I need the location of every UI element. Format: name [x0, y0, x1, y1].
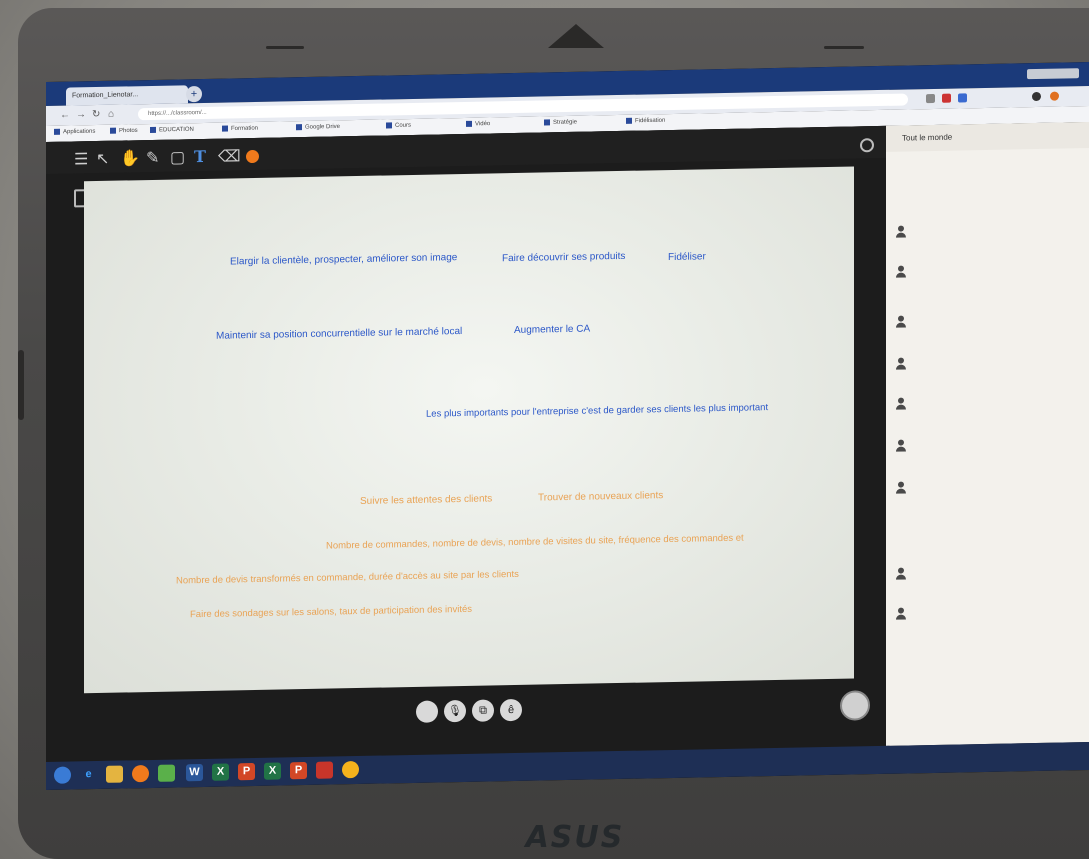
pointer-icon[interactable]: ↖ [96, 149, 109, 169]
board-note[interactable]: Elargir la clientèle, prospecter, amélio… [230, 252, 457, 267]
bookmark-item[interactable]: Formation [222, 125, 258, 133]
chat-message [894, 390, 1084, 428]
chat-text [922, 443, 1042, 445]
laptop-screen: Formation_Lienotar... + ← → ↻ ⌂ https://… [46, 61, 1089, 790]
board-note[interactable]: Augmenter le CA [514, 324, 590, 336]
board-note[interactable]: Nombre de commandes, nombre de devis, no… [326, 533, 744, 552]
board-note[interactable]: Fidéliser [668, 251, 706, 263]
browser-tab-active[interactable]: Formation_Lienotar... [66, 85, 188, 106]
chat-message [894, 218, 1084, 256]
screen-share-icon[interactable]: ⧉ [472, 699, 494, 722]
back-icon[interactable]: ← [60, 110, 70, 121]
chat-message [894, 258, 1084, 296]
chat-text [922, 611, 1042, 613]
laptop-brand-logo: ASUS [525, 820, 625, 855]
eraser-icon[interactable]: ⌫ [218, 146, 241, 166]
home-icon[interactable]: ⌂ [108, 109, 114, 120]
camera-notch [548, 24, 604, 48]
board-note[interactable]: Les plus importants pour l'entreprise c'… [426, 402, 768, 420]
extension-icon[interactable] [958, 93, 967, 103]
chat-message [894, 350, 1084, 388]
bookmark-item[interactable]: Stratégie [544, 119, 577, 126]
board-note[interactable]: Maintenir sa position concurrentielle su… [216, 326, 462, 342]
color-dot-icon[interactable] [246, 149, 259, 164]
bookmark-item[interactable]: Vidéo [466, 120, 490, 127]
chat-message [894, 560, 1084, 598]
reload-icon[interactable]: ↻ [92, 109, 100, 120]
chat-message [894, 308, 1084, 346]
chrome-icon[interactable] [158, 764, 175, 782]
bookmark-item[interactable]: Cours [386, 122, 411, 129]
excel-icon[interactable]: X [212, 763, 229, 781]
chat-text [922, 361, 1042, 363]
forward-icon[interactable]: → [76, 109, 86, 120]
folder-icon[interactable] [106, 765, 123, 783]
speaker-grille-right [824, 46, 864, 49]
bookmark-item[interactable]: Photos [110, 127, 138, 134]
hand-icon[interactable]: ✋ [120, 148, 140, 168]
extension-icon[interactable] [942, 93, 951, 103]
microphone-icon[interactable]: 🎙 [444, 699, 466, 723]
board-note[interactable]: Suivre les attentes des clients [360, 493, 492, 507]
chat-header: Tout le monde [886, 121, 1089, 152]
chat-text [922, 571, 1042, 573]
app-icon[interactable] [342, 760, 359, 779]
camera-avatar-icon[interactable] [416, 700, 438, 723]
laptop-hinge [18, 350, 24, 420]
fullscreen-icon[interactable] [860, 138, 874, 153]
user-avatar-icon [896, 315, 906, 327]
pdf-icon[interactable] [316, 761, 333, 779]
firefox-icon[interactable] [132, 765, 149, 783]
user-avatar-icon [896, 397, 906, 409]
user-avatar-icon [896, 265, 906, 277]
window-controls[interactable] [1027, 68, 1079, 80]
chat-text [922, 229, 1042, 231]
self-video-avatar[interactable] [840, 690, 870, 721]
profile-icon[interactable] [1032, 91, 1041, 102]
chat-title[interactable]: Tout le monde [902, 133, 952, 143]
rectangle-icon[interactable]: ▢ [170, 147, 185, 167]
user-avatar-icon [896, 607, 906, 619]
bookmark-item[interactable]: EDUCATION [150, 126, 194, 134]
new-tab-icon[interactable]: + [186, 86, 202, 103]
menu-icon[interactable]: ☰ [74, 149, 88, 169]
chat-panel: Tout le monde ☺ [886, 121, 1089, 769]
browser-tab-title: Formation_Lienotar... [72, 91, 139, 100]
chat-text [922, 319, 1042, 321]
publisher-icon[interactable]: X [264, 762, 281, 780]
chat-text [922, 269, 1042, 271]
user-avatar-icon [896, 481, 906, 493]
share-icon[interactable]: ê [500, 698, 522, 722]
bookmark-item[interactable]: Google Drive [296, 123, 340, 131]
access-icon[interactable]: P [290, 761, 307, 780]
chat-text [922, 485, 1042, 487]
user-avatar-icon [896, 439, 906, 451]
board-note[interactable]: Faire des sondages sur les salons, taux … [190, 604, 472, 620]
user-avatar-icon [896, 225, 906, 237]
speaker-grille-left [266, 46, 304, 49]
board-note[interactable]: Nombre de devis transformés en commande,… [176, 569, 519, 587]
user-avatar-icon [896, 357, 906, 369]
chat-message [894, 432, 1084, 470]
extension-icon[interactable] [926, 93, 935, 104]
ie-icon[interactable]: e [80, 766, 97, 783]
chat-text [922, 401, 1042, 403]
start-icon[interactable] [54, 766, 71, 784]
user-avatar-icon [896, 567, 906, 579]
powerpoint-icon[interactable]: P [238, 762, 255, 781]
board-note[interactable]: Faire découvrir ses produits [502, 251, 625, 264]
text-icon[interactable]: T [194, 147, 206, 166]
menu-dots-icon[interactable] [1050, 91, 1059, 101]
photo-background: Formation_Lienotar... + ← → ↻ ⌂ https://… [0, 0, 1089, 859]
whiteboard-canvas[interactable]: Elargir la clientèle, prospecter, amélio… [84, 166, 854, 694]
board-note[interactable]: Trouver de nouveaux clients [538, 490, 663, 503]
chat-message [894, 600, 1084, 638]
pen-icon[interactable]: ✎ [146, 148, 159, 168]
bookmark-item[interactable]: Applications [54, 128, 95, 136]
word-icon[interactable]: W [186, 763, 203, 782]
bookmark-item[interactable]: Fidélisation [626, 117, 665, 125]
chat-message [894, 474, 1084, 512]
